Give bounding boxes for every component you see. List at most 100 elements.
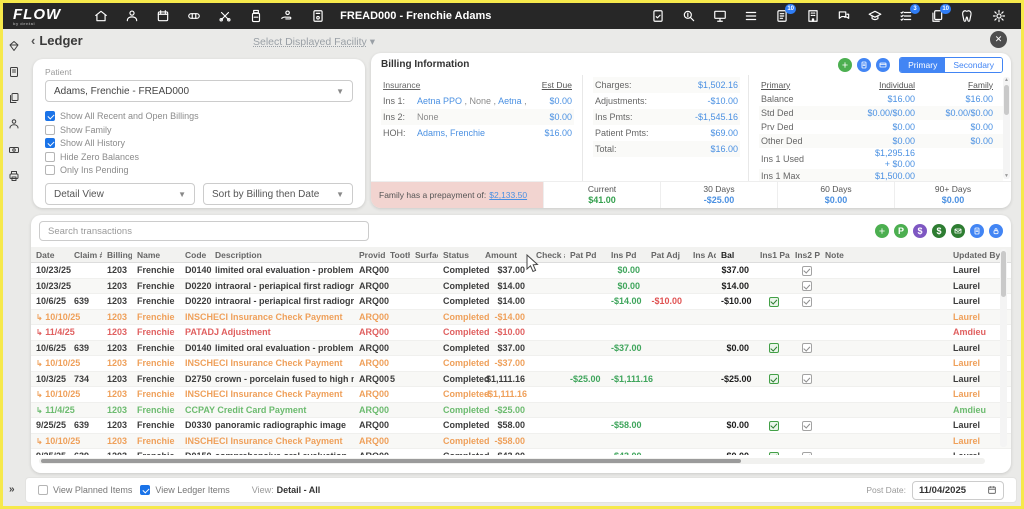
post-date-input[interactable]: 11/04/2025 xyxy=(912,481,1004,500)
column-header-claim[interactable]: Claim # xyxy=(69,250,102,260)
schedule-icon[interactable] xyxy=(155,8,171,24)
column-header-ins2[interactable]: Ins2 Paid xyxy=(790,250,820,260)
view-mode-select[interactable]: Detail View▼ xyxy=(45,183,195,205)
filter-checkbox[interactable]: Show All Recent and Open Billings xyxy=(45,111,353,121)
insurance-link[interactable]: Adams, Frenchie xyxy=(417,128,485,138)
back-button[interactable]: ‹ xyxy=(31,33,35,48)
add-billing-button[interactable] xyxy=(838,58,852,72)
settings-icon[interactable] xyxy=(991,8,1007,24)
column-header-amount[interactable]: Amount xyxy=(480,250,531,260)
scroll-up-arrow[interactable]: ▲ xyxy=(1003,77,1010,83)
ins2-paid-checkbox[interactable] xyxy=(802,374,812,384)
imaging-icon[interactable] xyxy=(712,8,728,24)
secondary-toggle-button[interactable]: Secondary xyxy=(945,58,1002,72)
ins2-paid-checkbox[interactable] xyxy=(802,281,812,291)
scroll-down-arrow[interactable]: ▼ xyxy=(1003,173,1010,179)
select-facility-link[interactable]: Select Displayed Facility▾ xyxy=(253,36,375,48)
sidebar-copy-icon[interactable] xyxy=(8,91,21,104)
checklist-icon[interactable]: 3 xyxy=(898,8,914,24)
transaction-row[interactable]: 9/25/256391203FrenchieD0150comprehensive… xyxy=(31,449,1011,455)
column-header-di[interactable]: Di xyxy=(1010,250,1011,260)
transaction-row[interactable]: 10/23/251203FrenchieD0220intraoral - per… xyxy=(31,279,1011,295)
charting-icon[interactable] xyxy=(186,8,202,24)
filter-checkbox[interactable]: Hide Zero Balances xyxy=(45,152,353,162)
column-header-tooth[interactable]: Tooth xyxy=(385,250,410,260)
sidebar-forms-icon[interactable] xyxy=(8,65,21,78)
ins1-paid-checkbox[interactable] xyxy=(769,421,779,431)
statement-button[interactable] xyxy=(857,58,871,72)
column-header-name[interactable]: Name xyxy=(132,250,180,260)
lock-button[interactable] xyxy=(989,224,1003,238)
column-header-note[interactable]: Note xyxy=(820,250,948,260)
ins2-paid-checkbox[interactable] xyxy=(802,343,812,353)
column-header-patAdj[interactable]: Pat Adj xyxy=(646,250,688,260)
close-button[interactable]: ✕ xyxy=(990,31,1007,48)
column-header-surface[interactable]: Surface xyxy=(410,250,438,260)
ins1-paid-checkbox[interactable] xyxy=(769,297,779,307)
payment-card-button[interactable] xyxy=(876,58,890,72)
adjustment-button[interactable]: $ xyxy=(913,224,927,238)
column-header-check[interactable]: Check # xyxy=(531,250,565,260)
procedures-icon[interactable] xyxy=(217,8,233,24)
transaction-row[interactable]: 10/6/256391203FrenchieD0220intraoral - p… xyxy=(31,294,1011,310)
column-header-date[interactable]: Date xyxy=(31,250,69,260)
transaction-row[interactable]: 10/23/251203FrenchieD0140limited oral ev… xyxy=(31,263,1011,279)
fee-search-icon[interactable] xyxy=(681,8,697,24)
column-header-bal[interactable]: Bal xyxy=(716,250,755,260)
patient-icon[interactable] xyxy=(124,8,140,24)
sidebar-patient-icon[interactable] xyxy=(8,117,21,130)
payment-plan-button[interactable]: P xyxy=(894,224,908,238)
tasks-icon[interactable]: 10 xyxy=(774,8,790,24)
column-header-patPd[interactable]: Pat Pd xyxy=(565,250,606,260)
payments-icon[interactable] xyxy=(279,8,295,24)
table-horizontal-scrollbar[interactable] xyxy=(39,458,985,464)
column-header-billing[interactable]: Billing # xyxy=(102,250,132,260)
transaction-row[interactable]: 10/3/257341203FrenchieD2750crown - porce… xyxy=(31,372,1011,388)
ins2-paid-checkbox[interactable] xyxy=(802,452,812,455)
transaction-row[interactable]: ↳ 10/10/251203FrenchieINSCHECI Insurance… xyxy=(31,356,1011,372)
claims-icon[interactable] xyxy=(650,8,666,24)
ins2-paid-checkbox[interactable] xyxy=(802,297,812,307)
view-ledger-items-checkbox[interactable]: View Ledger Items xyxy=(140,485,229,495)
transaction-row[interactable]: ↳ 10/10/251203FrenchieINSCHECI Insurance… xyxy=(31,434,1011,450)
email-statement-button[interactable] xyxy=(951,224,965,238)
view-planned-items-checkbox[interactable]: View Planned Items xyxy=(38,485,132,495)
messages-icon[interactable] xyxy=(836,8,852,24)
column-header-provider[interactable]: Provider xyxy=(354,250,385,260)
column-header-code[interactable]: Code xyxy=(180,250,210,260)
ins1-paid-checkbox[interactable] xyxy=(769,374,779,384)
office-icon[interactable] xyxy=(805,8,821,24)
perio-icon[interactable] xyxy=(960,8,976,24)
sidebar-print-icon[interactable] xyxy=(8,169,21,182)
column-header-status[interactable]: Status xyxy=(438,250,480,260)
calendar-icon[interactable] xyxy=(987,485,997,495)
print-statement-button[interactable] xyxy=(970,224,984,238)
insurance-link[interactable]: Aetna xyxy=(498,96,522,106)
primary-table-scrollbar[interactable]: ▲ ▼ xyxy=(1003,77,1010,179)
records-icon[interactable] xyxy=(310,8,326,24)
documents-icon[interactable]: 10 xyxy=(929,8,945,24)
sidebar-modules-icon[interactable] xyxy=(8,39,21,52)
transaction-row[interactable]: 10/6/256391203FrenchieD0140limited oral … xyxy=(31,341,1011,357)
ins1-paid-checkbox[interactable] xyxy=(769,452,779,455)
filter-checkbox[interactable]: Only Ins Pending xyxy=(45,165,353,175)
sort-mode-select[interactable]: Sort by Billing then Date▼ xyxy=(203,183,353,205)
column-header-desc[interactable]: Description xyxy=(210,250,354,260)
table-vertical-scrollbar[interactable] xyxy=(1000,249,1007,447)
filter-checkbox[interactable]: Show Family xyxy=(45,125,353,135)
education-icon[interactable] xyxy=(867,8,883,24)
ins2-paid-checkbox[interactable] xyxy=(802,266,812,276)
transaction-row[interactable]: ↳ 10/10/251203FrenchieINSCHECI Insurance… xyxy=(31,310,1011,326)
home-icon[interactable] xyxy=(93,8,109,24)
transaction-row[interactable]: 9/25/256391203FrenchieD0330panoramic rad… xyxy=(31,418,1011,434)
filter-checkbox[interactable]: Show All History xyxy=(45,138,353,148)
worklist-icon[interactable] xyxy=(743,8,759,24)
charge-button[interactable]: $ xyxy=(932,224,946,238)
pharmacy-icon[interactable] xyxy=(248,8,264,24)
column-header-ins1[interactable]: Ins1 Paid xyxy=(755,250,790,260)
insurance-link[interactable]: Aetna PPO xyxy=(417,96,462,106)
add-transaction-button[interactable] xyxy=(875,224,889,238)
sidebar-billing-icon[interactable] xyxy=(8,143,21,156)
prepayment-amount-link[interactable]: $2,133.50 xyxy=(489,190,527,200)
patient-select[interactable]: Adams, Frenchie - FREAD000 ▼ xyxy=(45,80,353,102)
